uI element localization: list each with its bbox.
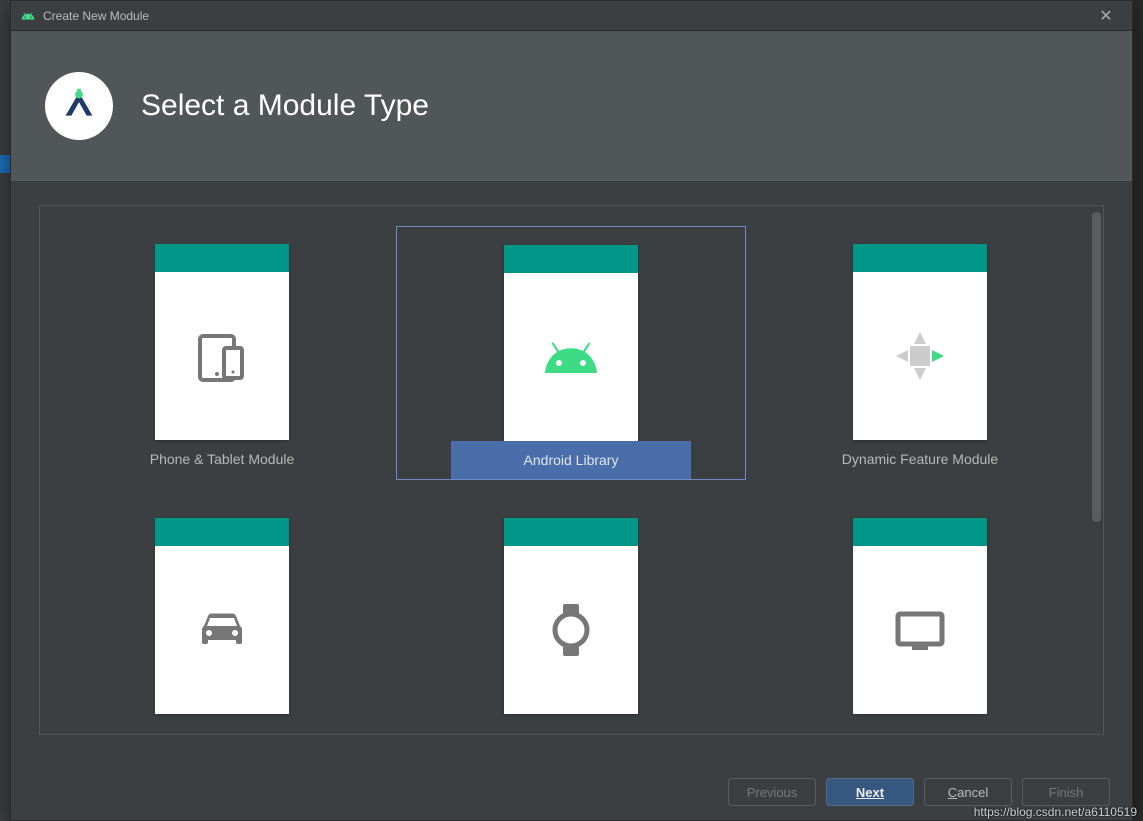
titlebar: Create New Module ✕ [11, 1, 1132, 31]
module-option-label: Android Library [451, 441, 691, 479]
content-area: Phone & Tablet Module [11, 181, 1132, 764]
tv-icon [853, 546, 987, 714]
background-strip [0, 0, 10, 821]
phone-tablet-icon [155, 272, 289, 440]
window-title: Create New Module [43, 9, 149, 23]
create-module-dialog: Create New Module ✕ Select a Module Type [10, 0, 1133, 821]
module-option-android-library[interactable]: Android Library [396, 206, 746, 480]
dialog-header: Select a Module Type [11, 31, 1132, 181]
close-button[interactable]: ✕ [1086, 6, 1126, 26]
module-option-wear[interactable] [396, 480, 746, 714]
android-icon [21, 9, 35, 23]
module-scroll-area: Phone & Tablet Module [39, 205, 1104, 735]
watch-icon [504, 546, 638, 714]
module-option-automotive[interactable] [48, 480, 396, 714]
module-option-tv[interactable] [746, 480, 1094, 714]
android-library-icon [504, 273, 638, 441]
background-selection [0, 155, 10, 173]
finish-button[interactable]: Finish [1022, 778, 1110, 806]
previous-button[interactable]: Previous [728, 778, 816, 806]
module-option-label: Phone & Tablet Module [102, 440, 342, 478]
page-title: Select a Module Type [141, 89, 429, 123]
cancel-button[interactable]: Cancel [924, 778, 1012, 806]
dialog-footer: Previous Next Cancel Finish [11, 764, 1132, 820]
next-button[interactable]: Next [826, 778, 914, 806]
android-studio-logo [45, 72, 113, 140]
module-option-phone-tablet[interactable]: Phone & Tablet Module [48, 206, 396, 480]
module-option-dynamic-feature[interactable]: Dynamic Feature Module [746, 206, 1094, 480]
car-icon [155, 546, 289, 714]
scrollbar-thumb[interactable] [1092, 212, 1101, 522]
module-option-label: Dynamic Feature Module [800, 440, 1040, 478]
dynamic-feature-icon [853, 272, 987, 440]
